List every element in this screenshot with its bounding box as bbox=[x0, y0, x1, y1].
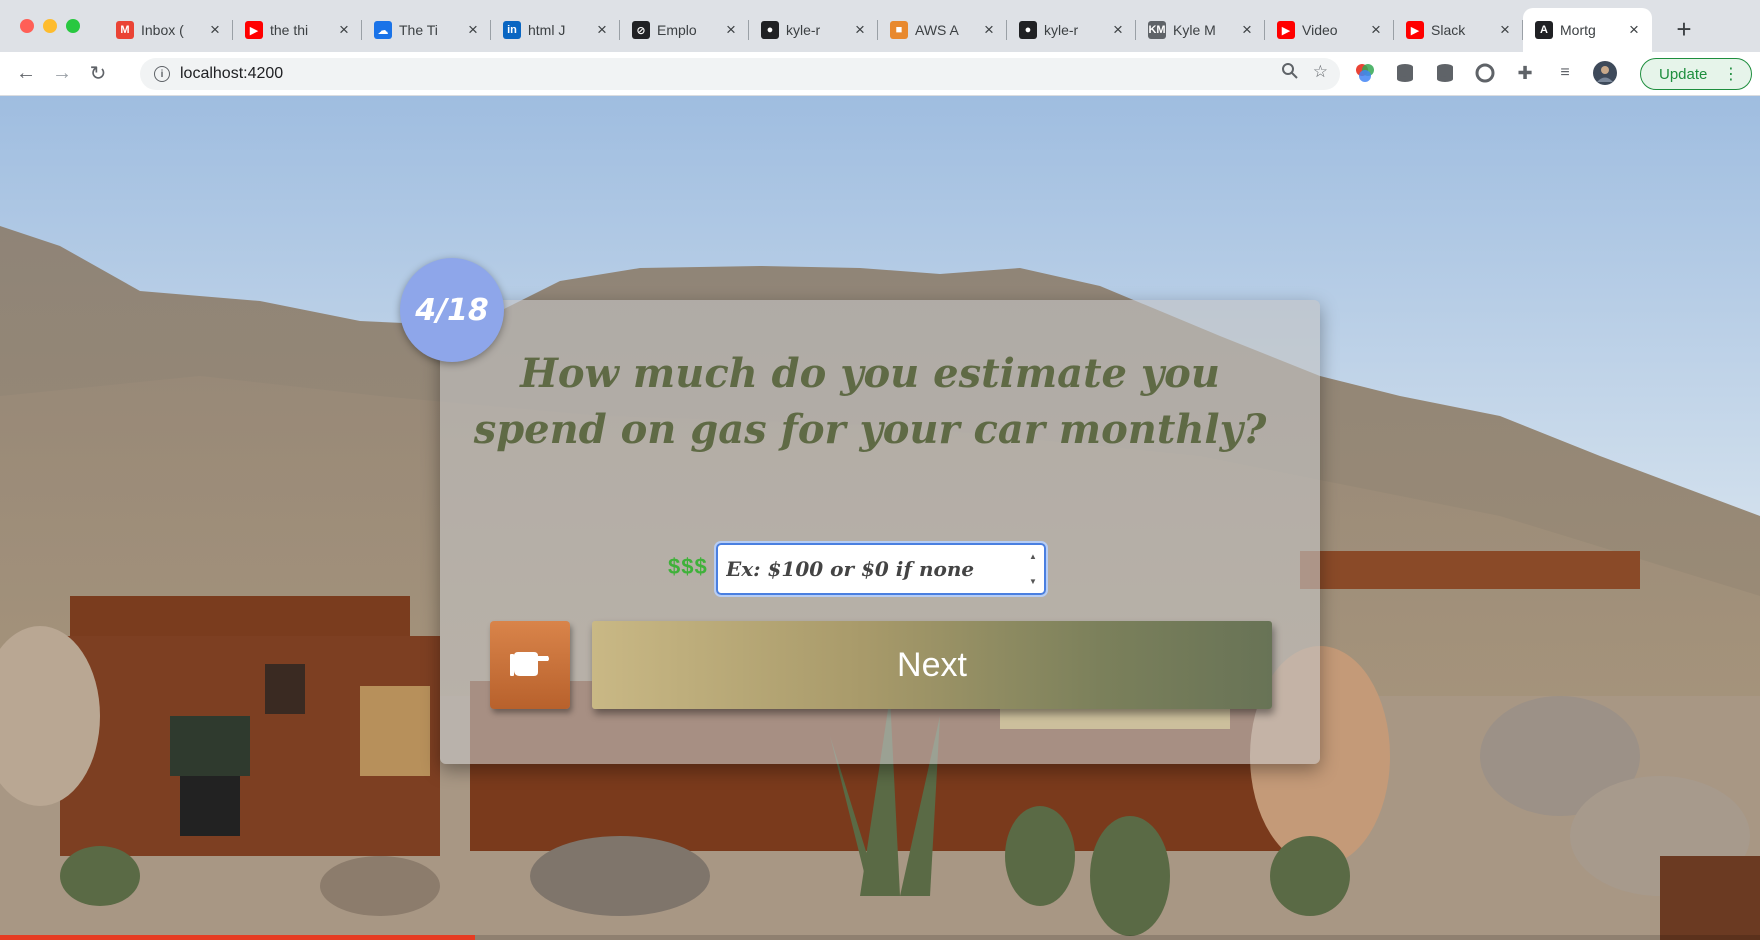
quiz-progress-fill bbox=[0, 935, 476, 940]
number-stepper[interactable]: ▲ ▼ bbox=[1026, 552, 1040, 586]
tab-title: AWS A bbox=[915, 22, 959, 38]
youtube-icon: ▶ bbox=[1406, 21, 1424, 39]
new-tab-button[interactable]: + bbox=[1668, 14, 1700, 46]
tab-strip: M Inbox ( × ▶ the thi × ☁ The Ti × in html J × ⊘ Empl… bbox=[104, 8, 1652, 52]
browser-tab[interactable]: ⊘ Emplo × bbox=[620, 8, 749, 52]
browser-tab[interactable]: ▶ the thi × bbox=[233, 8, 362, 52]
youtube-icon: ▶ bbox=[1277, 21, 1295, 39]
km-icon: KM bbox=[1148, 21, 1166, 39]
browser-tab[interactable]: ● kyle-r × bbox=[1007, 8, 1136, 52]
browser-tab-bar: M Inbox ( × ▶ the thi × ☁ The Ti × in html J × ⊘ Empl… bbox=[0, 0, 1760, 52]
linkedin-icon: in bbox=[503, 21, 521, 39]
tab-title: kyle-r bbox=[1044, 22, 1079, 38]
minimize-window-button[interactable] bbox=[43, 19, 57, 33]
tab-title: Kyle M bbox=[1173, 22, 1216, 38]
tab-close-icon[interactable]: × bbox=[207, 20, 223, 40]
tab-title: html J bbox=[528, 22, 566, 38]
question-text: How much do you estimate you spend on ga… bbox=[473, 350, 1267, 453]
tab-close-icon[interactable]: × bbox=[1239, 20, 1255, 40]
page-viewport: 4/18 How much do you estimate you spend … bbox=[0, 96, 1760, 940]
youtube-icon: ▶ bbox=[245, 21, 263, 39]
window-controls bbox=[4, 19, 96, 33]
tab-title: the thi bbox=[270, 22, 309, 38]
browser-toolbar: ← → ↻ i localhost:4200 ☆ ✚ ≡ Update ⋮ bbox=[0, 52, 1760, 96]
monthly-gas-input[interactable] bbox=[714, 541, 1048, 597]
address-bar[interactable]: i localhost:4200 ☆ bbox=[140, 58, 1340, 90]
close-window-button[interactable] bbox=[20, 19, 34, 33]
color-picker-extension-icon[interactable] bbox=[1352, 60, 1378, 86]
tab-close-icon[interactable]: × bbox=[1626, 20, 1642, 40]
update-label: Update bbox=[1659, 65, 1708, 83]
tab-close-icon[interactable]: × bbox=[336, 20, 352, 40]
tab-close-icon[interactable]: × bbox=[723, 20, 739, 40]
tab-title: Inbox ( bbox=[141, 22, 184, 38]
hint-button[interactable] bbox=[490, 621, 570, 709]
pointing-hand-icon bbox=[510, 646, 550, 685]
browser-tab[interactable]: A Mortg × bbox=[1523, 8, 1652, 52]
tab-close-icon[interactable]: × bbox=[1368, 20, 1384, 40]
browser-tab[interactable]: ☁ The Ti × bbox=[362, 8, 491, 52]
address-url[interactable]: localhost:4200 bbox=[180, 65, 283, 83]
puzzle-extensions-icon[interactable]: ✚ bbox=[1512, 60, 1538, 86]
reload-button[interactable]: ↻ bbox=[80, 56, 116, 92]
browser-tab[interactable]: ▶ Video × bbox=[1265, 8, 1394, 52]
tab-title: Slack bbox=[1431, 22, 1466, 38]
next-button[interactable]: Next bbox=[592, 621, 1272, 709]
stepper-up-icon[interactable]: ▲ bbox=[1029, 552, 1037, 561]
browser-update-button[interactable]: Update ⋮ bbox=[1640, 58, 1752, 90]
browser-tab[interactable]: KM Kyle M × bbox=[1136, 8, 1265, 52]
gmail-icon: M bbox=[116, 21, 134, 39]
back-button[interactable]: ← bbox=[8, 56, 44, 92]
reading-list-icon[interactable]: ≡ bbox=[1552, 60, 1578, 86]
zoom-search-icon[interactable] bbox=[1281, 62, 1299, 85]
tab-close-icon[interactable]: × bbox=[852, 20, 868, 40]
tab-title: Emplo bbox=[657, 22, 697, 38]
browser-tab[interactable]: ■ AWS A × bbox=[878, 8, 1007, 52]
tab-close-icon[interactable]: × bbox=[594, 20, 610, 40]
github-icon: ● bbox=[761, 21, 779, 39]
tab-close-icon[interactable]: × bbox=[465, 20, 481, 40]
tab-close-icon[interactable]: × bbox=[981, 20, 997, 40]
maximize-window-button[interactable] bbox=[66, 19, 80, 33]
forward-button[interactable]: → bbox=[44, 56, 80, 92]
tab-title: kyle-r bbox=[786, 22, 821, 38]
cloud-icon: ☁ bbox=[374, 21, 392, 39]
tab-close-icon[interactable]: × bbox=[1110, 20, 1126, 40]
aws-box-icon: ■ bbox=[890, 21, 908, 39]
tab-close-icon[interactable]: × bbox=[1497, 20, 1513, 40]
blocked-icon: ⊘ bbox=[632, 21, 650, 39]
currency-label: $$$ bbox=[668, 554, 708, 579]
browser-tab[interactable]: in html J × bbox=[491, 8, 620, 52]
angular-icon: A bbox=[1535, 21, 1553, 39]
extensions-area: ✚ ≡ bbox=[1352, 60, 1618, 86]
browser-tab[interactable]: ● kyle-r × bbox=[749, 8, 878, 52]
profile-avatar[interactable] bbox=[1592, 60, 1618, 86]
tab-title: The Ti bbox=[399, 22, 438, 38]
quiz-progress-bar bbox=[0, 935, 1760, 940]
bookmark-star-icon[interactable]: ☆ bbox=[1313, 62, 1328, 85]
browser-tab[interactable]: M Inbox ( × bbox=[104, 8, 233, 52]
database-extension-icon[interactable] bbox=[1432, 60, 1458, 86]
database-extension-icon[interactable] bbox=[1392, 60, 1418, 86]
tab-title: Video bbox=[1302, 22, 1338, 38]
tab-title: Mortg bbox=[1560, 22, 1596, 38]
circle-extension-icon[interactable] bbox=[1472, 60, 1498, 86]
browser-tab[interactable]: ▶ Slack × bbox=[1394, 8, 1523, 52]
github-icon: ● bbox=[1019, 21, 1037, 39]
site-info-icon[interactable]: i bbox=[154, 66, 170, 82]
stepper-down-icon[interactable]: ▼ bbox=[1029, 577, 1037, 586]
more-menu-icon[interactable]: ⋮ bbox=[1723, 64, 1739, 84]
